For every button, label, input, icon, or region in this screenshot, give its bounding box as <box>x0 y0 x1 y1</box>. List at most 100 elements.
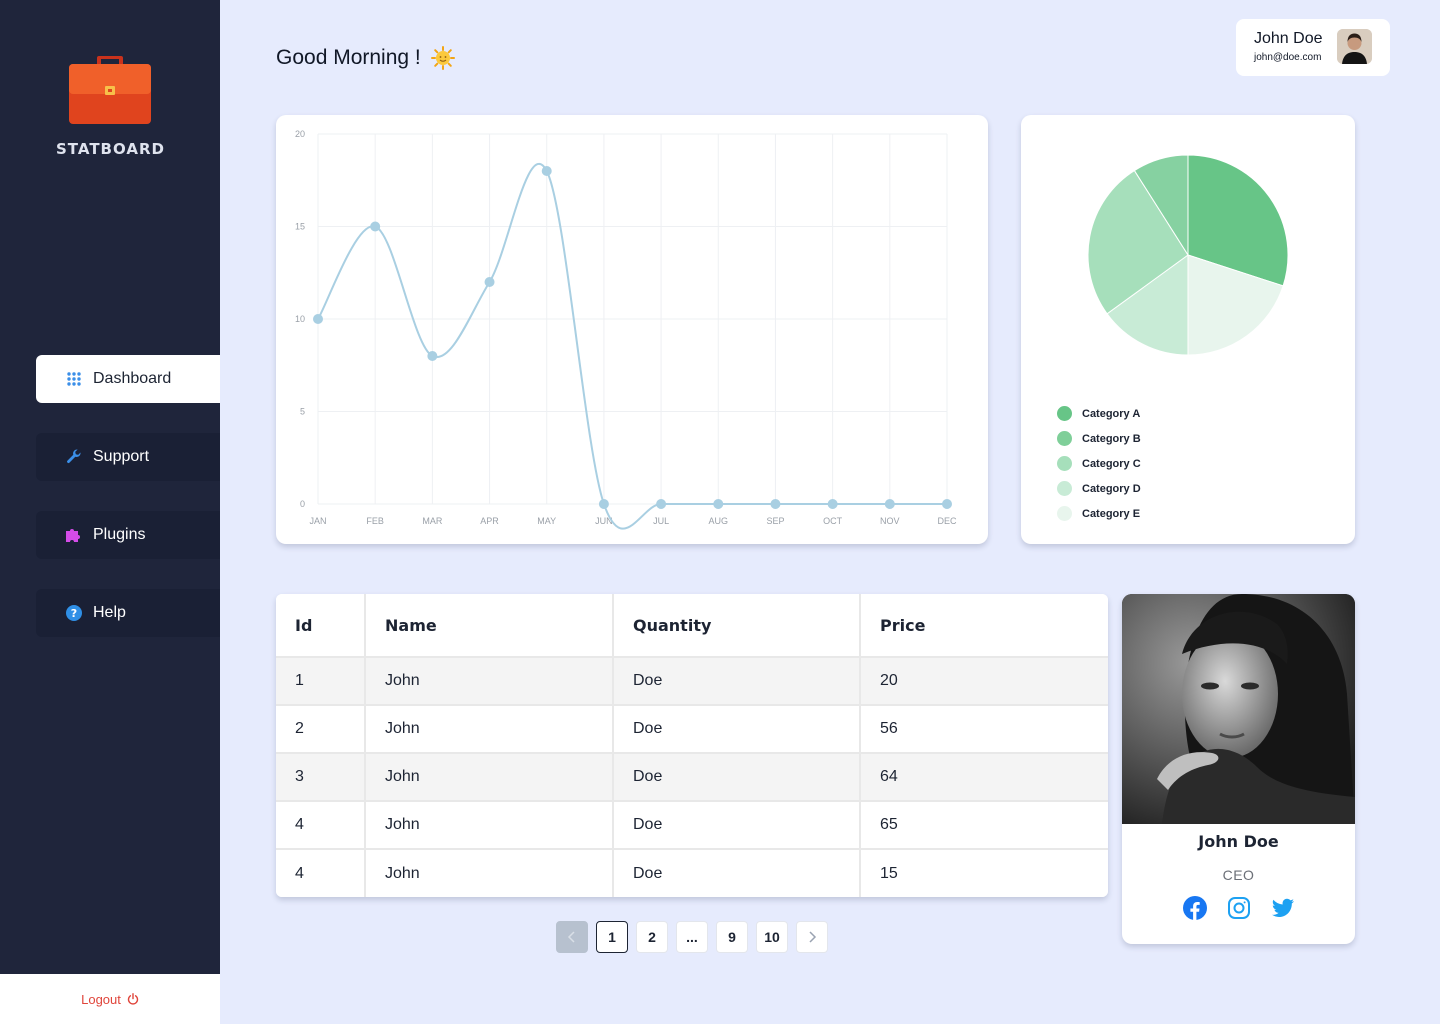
table-cell: 65 <box>859 800 1108 850</box>
avatar[interactable] <box>1337 29 1372 64</box>
pie-chart-card: Category A Category B Category C Categor… <box>1021 115 1355 544</box>
x-tick-label: AUG <box>709 516 729 526</box>
legend-item: Category B <box>1057 426 1141 451</box>
nav-item-help[interactable]: ? Help <box>36 589 220 637</box>
table-cell: John <box>364 656 614 706</box>
data-point <box>370 221 381 232</box>
logo[interactable]: STATBOARD <box>56 54 164 158</box>
x-tick-label: FEB <box>366 516 384 526</box>
table-cell: Doe <box>612 656 861 706</box>
next-page-button[interactable] <box>796 921 828 953</box>
table-cell: John <box>364 800 614 850</box>
wrench-icon <box>66 449 82 465</box>
table-cell: 15 <box>859 848 1108 897</box>
user-email: john@doe.com <box>1254 52 1322 63</box>
facebook-icon[interactable] <box>1182 896 1207 920</box>
table-cell: John <box>364 848 614 897</box>
nav-item-plugins[interactable]: Plugins <box>36 511 220 559</box>
page-ellipsis[interactable]: ... <box>676 921 708 953</box>
page-button-10[interactable]: 10 <box>756 921 788 953</box>
column-header-price[interactable]: Price <box>859 594 1108 658</box>
data-point <box>942 499 952 509</box>
nav-item-dashboard[interactable]: Dashboard <box>36 355 220 403</box>
table-row[interactable]: 4 John Doe 15 <box>276 848 1108 897</box>
table-row[interactable]: 1 John Doe 20 <box>276 656 1108 706</box>
page-button-1[interactable]: 1 <box>596 921 628 953</box>
legend-label: Category C <box>1082 457 1141 470</box>
legend-item: Category C <box>1057 451 1141 476</box>
series-line <box>317 162 947 530</box>
table-cell: John <box>364 704 614 754</box>
chevron-left-icon <box>567 931 575 943</box>
x-tick-label: MAY <box>537 516 556 526</box>
data-point <box>427 351 438 361</box>
data-point <box>656 499 667 509</box>
legend-label: Category E <box>1082 507 1141 520</box>
data-table-card: Id Name Quantity Price 1 John Doe 20 2 J… <box>276 594 1108 897</box>
line-chart: 05101520JAN FEB MAR APR MAY JUN JUL AUG SEP OCT NO… <box>295 129 957 530</box>
data-point <box>884 499 895 509</box>
x-tick-label: JUL <box>653 516 669 526</box>
table-cell: 4 <box>276 800 366 850</box>
table-cell: John <box>364 752 614 802</box>
column-header-name[interactable]: Name <box>364 594 614 658</box>
logout-button[interactable]: Logout <box>0 974 220 1024</box>
legend-item: Category D <box>1057 476 1141 501</box>
table-cell: 4 <box>276 848 366 897</box>
line-chart-card: 0 5 10 15 20 JAN FEB MAR APR MAY JUN JUL AUG SEP OCT NO… <box>276 115 988 544</box>
table-row[interactable]: 2 John Doe 56 <box>276 704 1108 754</box>
x-tick-label: NOV <box>880 516 900 526</box>
table-row[interactable]: 3 John Doe 64 <box>276 752 1108 802</box>
user-name: John Doe <box>1254 30 1323 47</box>
page-button-2[interactable]: 2 <box>636 921 668 953</box>
puzzle-icon <box>66 527 82 543</box>
prev-page-button[interactable] <box>556 921 588 953</box>
table-row[interactable]: 4 John Doe 65 <box>276 800 1108 850</box>
table-cell: 64 <box>859 752 1108 802</box>
data-table: Id Name Quantity Price 1 John Doe 20 2 J… <box>276 594 1108 897</box>
y-tick-label: 15 <box>295 222 305 232</box>
legend-label: Category D <box>1082 482 1141 495</box>
instagram-icon[interactable] <box>1227 896 1251 920</box>
profile-name: John Doe <box>1198 832 1279 851</box>
x-tick-label: DEC <box>937 516 957 526</box>
nav-item-support[interactable]: Support <box>36 433 220 481</box>
sidebar: STATBOARD Dashboard Support Plugins ? He… <box>0 0 220 1024</box>
chevron-right-icon <box>809 931 817 943</box>
y-tick-label: 5 <box>300 407 305 417</box>
legend-swatch <box>1057 406 1072 421</box>
profile-photo <box>1122 594 1355 824</box>
briefcase-icon <box>69 56 151 124</box>
x-tick-label: OCT <box>823 516 843 526</box>
social-links <box>1122 896 1355 920</box>
greeting: Good Morning ! <box>276 46 455 70</box>
table-cell: 3 <box>276 752 366 802</box>
table-cell: 20 <box>859 656 1108 706</box>
logout-label: Logout <box>81 991 121 1007</box>
table-cell: 56 <box>859 704 1108 754</box>
x-tick-label: MAR <box>422 516 443 526</box>
help-icon: ? <box>66 605 82 621</box>
user-profile-card[interactable]: John Doe john@doe.com <box>1236 19 1390 76</box>
data-point <box>484 277 495 287</box>
page-button-9[interactable]: 9 <box>716 921 748 953</box>
nav-label: Help <box>93 604 126 621</box>
data-point <box>713 499 724 509</box>
data-point <box>770 499 781 509</box>
sun-icon <box>430 46 455 70</box>
greeting-text: Good Morning ! <box>276 46 421 69</box>
legend-swatch <box>1057 456 1072 471</box>
column-header-quantity[interactable]: Quantity <box>612 594 861 658</box>
profile-role: CEO <box>1222 867 1255 883</box>
y-tick-label: 20 <box>295 129 305 139</box>
legend-label: Category B <box>1082 432 1141 445</box>
svg-text:?: ? <box>71 607 77 620</box>
legend-swatch <box>1057 481 1072 496</box>
x-tick-label: JAN <box>309 516 326 526</box>
column-header-id[interactable]: Id <box>276 594 366 658</box>
legend-item: Category E <box>1057 501 1141 526</box>
twitter-icon[interactable] <box>1271 896 1295 920</box>
data-point <box>598 499 609 509</box>
y-tick-label: 10 <box>295 314 305 324</box>
x-tick-label: APR <box>480 516 499 526</box>
